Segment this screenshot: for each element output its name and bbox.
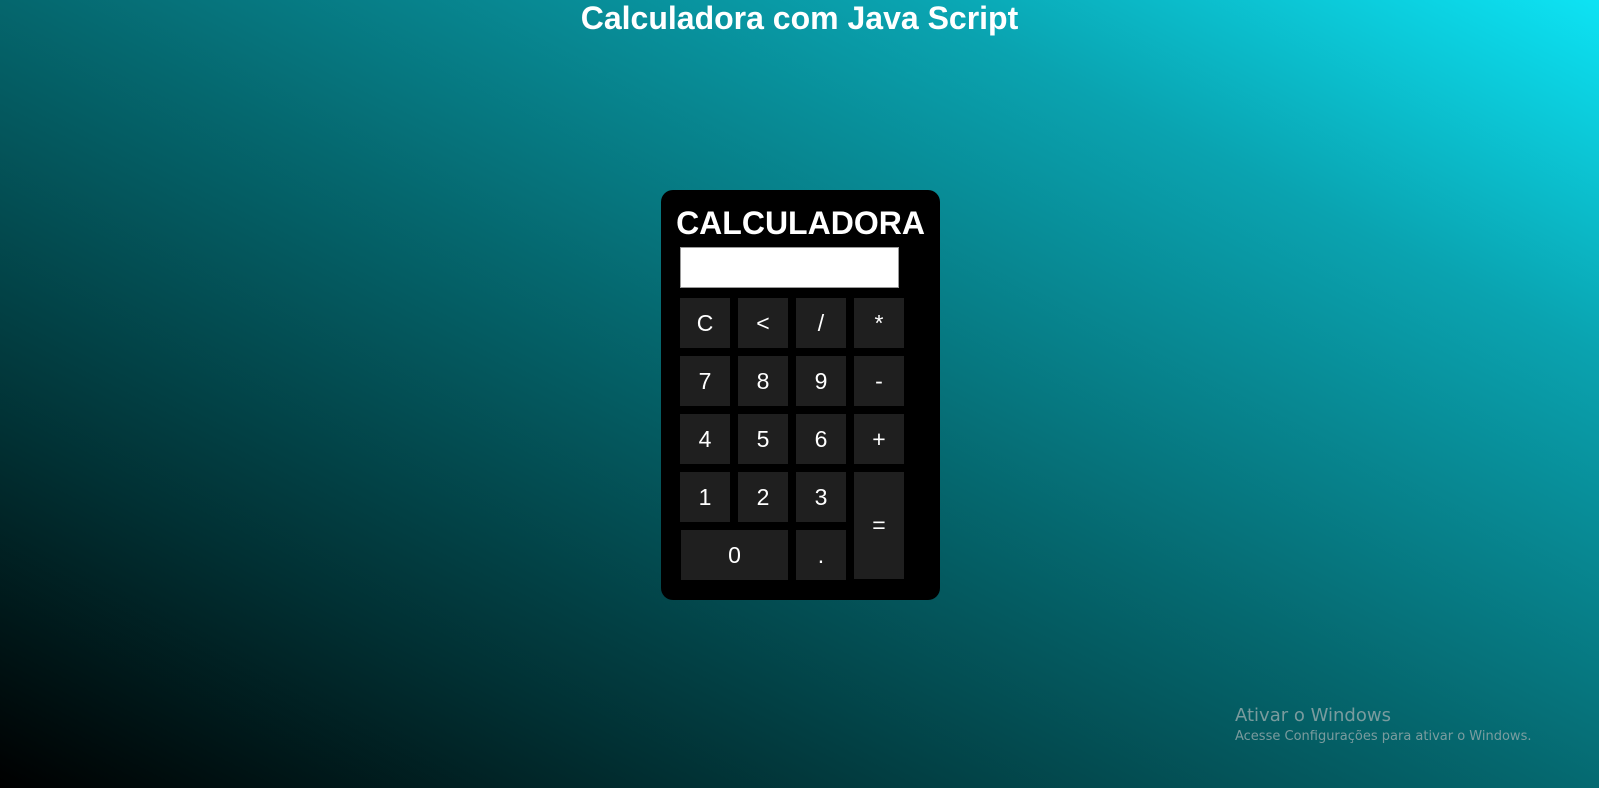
watermark-subtitle: Acesse Configurações para ativar o Windo… <box>1235 729 1532 744</box>
zero-button[interactable]: 0 <box>681 530 788 580</box>
calculator-heading: CALCULADORA <box>676 205 925 241</box>
windows-activation-watermark: Ativar o Windows Acesse Configurações pa… <box>1235 704 1531 746</box>
eight-button[interactable]: 8 <box>738 356 788 406</box>
decimal-button[interactable]: . <box>796 530 846 580</box>
page-title: Calculadora com Java Script <box>580 0 1019 36</box>
multiply-button[interactable]: * <box>854 298 904 348</box>
two-button[interactable]: 2 <box>738 472 788 522</box>
divide-button[interactable]: / <box>796 298 846 348</box>
seven-button[interactable]: 7 <box>680 356 730 406</box>
equals-button[interactable]: = <box>854 472 904 579</box>
subtract-button[interactable]: - <box>854 356 904 406</box>
four-button[interactable]: 4 <box>680 414 730 464</box>
five-button[interactable]: 5 <box>738 414 788 464</box>
calculator: CALCULADORA C < / * 7 8 9 - 4 5 6 + 1 2 … <box>661 190 940 600</box>
watermark-title: Ativar o Windows <box>1235 705 1391 726</box>
six-button[interactable]: 6 <box>796 414 846 464</box>
one-button[interactable]: 1 <box>680 472 730 522</box>
clear-button[interactable]: C <box>680 298 730 348</box>
nine-button[interactable]: 9 <box>796 356 846 406</box>
backspace-button[interactable]: < <box>738 298 788 348</box>
add-button[interactable]: + <box>854 414 904 464</box>
three-button[interactable]: 3 <box>796 472 846 522</box>
calculator-display[interactable] <box>680 247 899 288</box>
